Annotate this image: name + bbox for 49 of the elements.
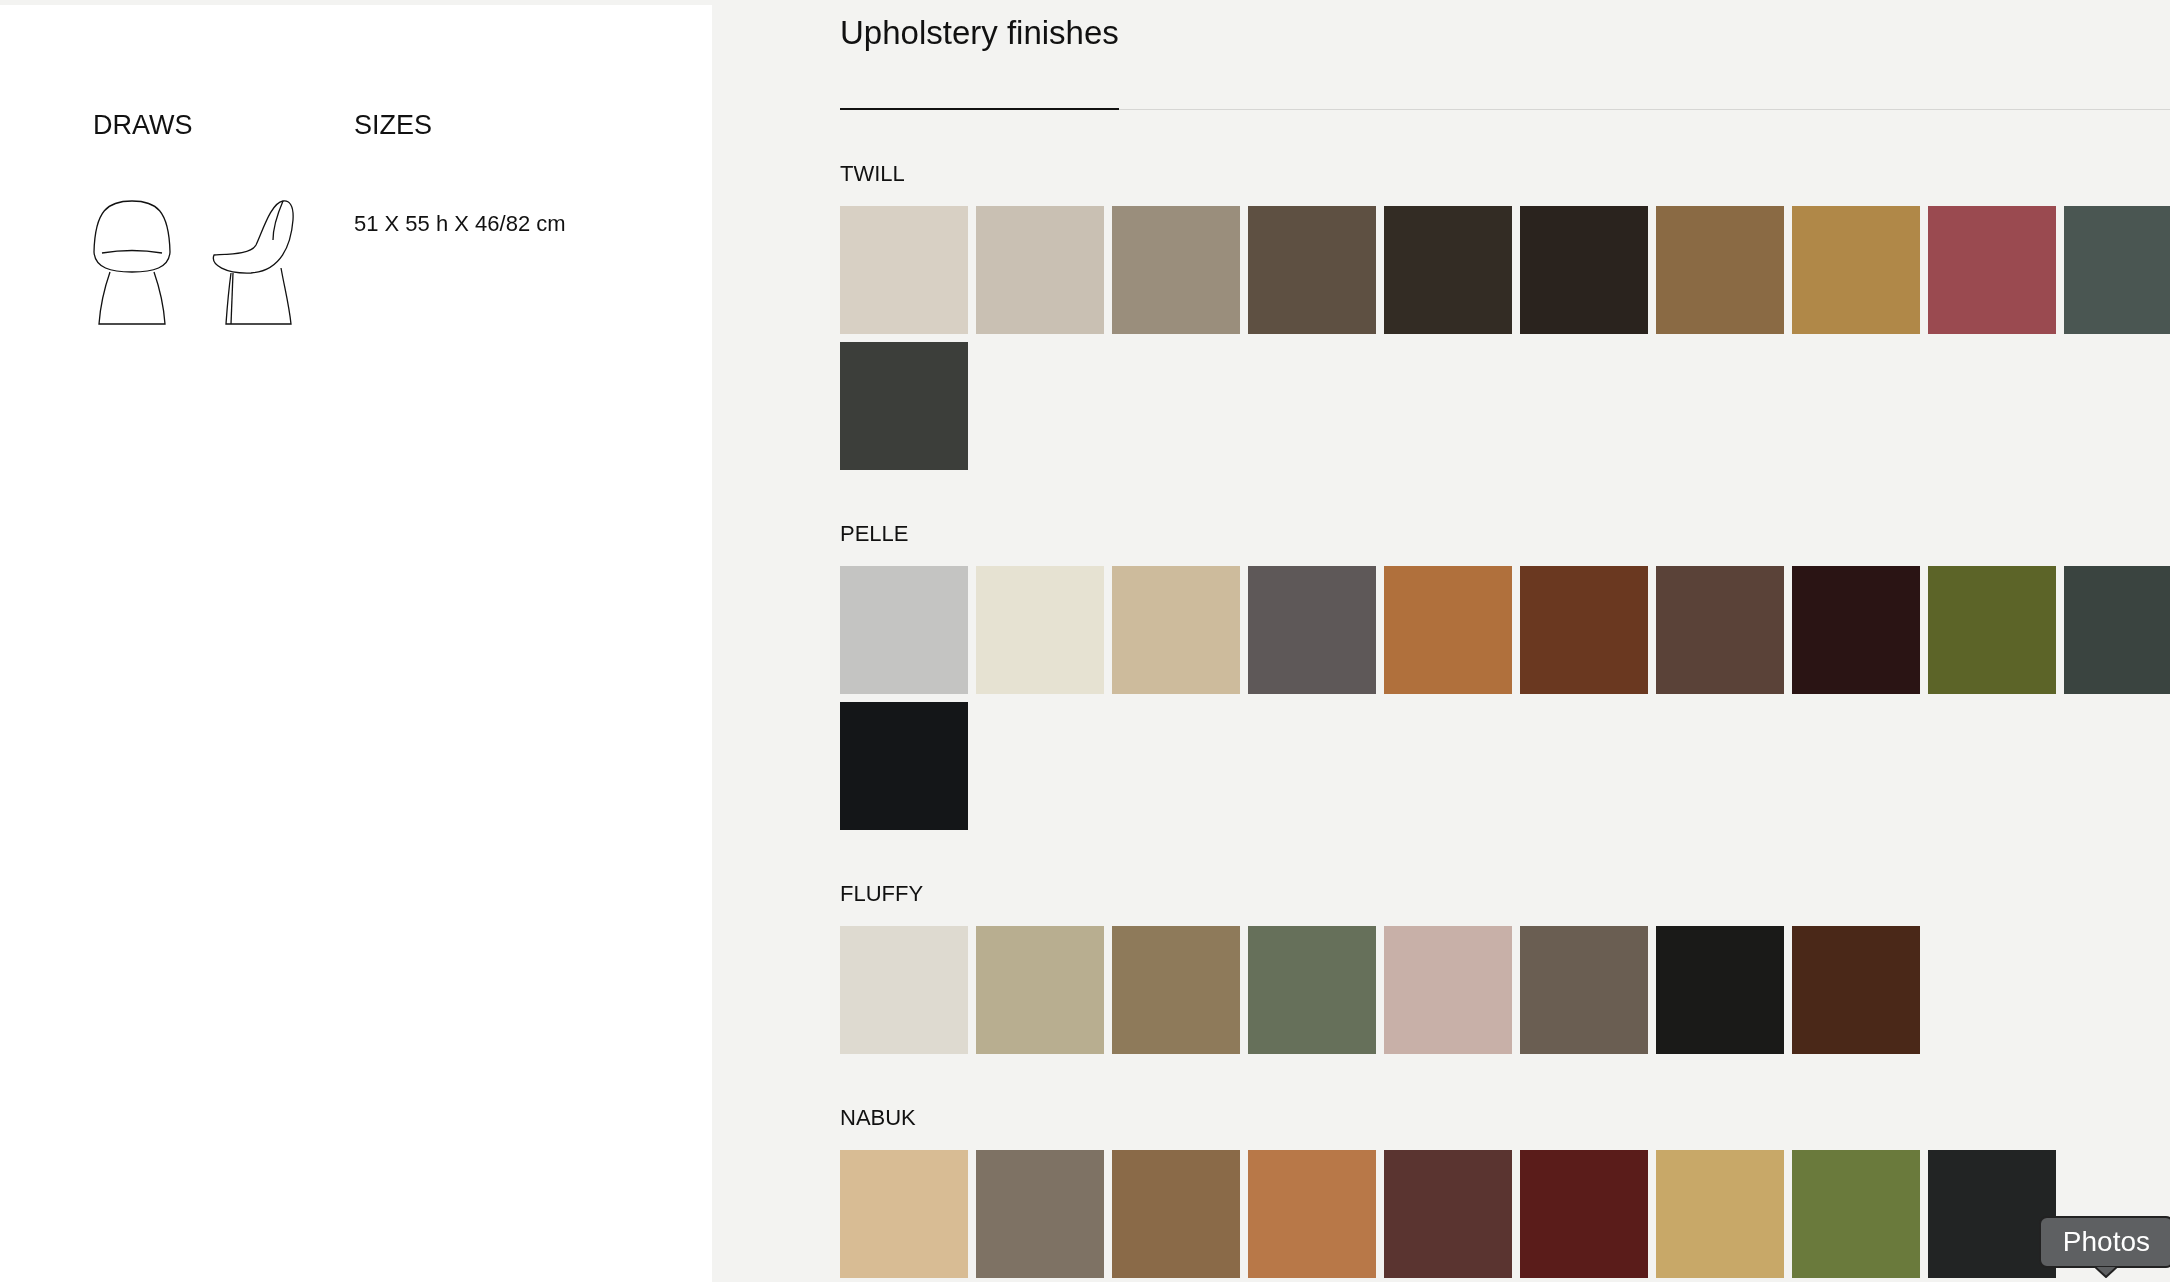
fabric-swatch[interactable] bbox=[1248, 566, 1376, 694]
tooltip-pointer-icon bbox=[2094, 1266, 2119, 1278]
fabric-swatch[interactable] bbox=[1112, 206, 1240, 334]
section-heading: DRAWS bbox=[93, 109, 194, 142]
fabric-swatch[interactable] bbox=[1248, 926, 1376, 1054]
fabric-swatch[interactable] bbox=[1112, 1150, 1240, 1278]
fabric-swatch[interactable] bbox=[1112, 926, 1240, 1054]
fabric-swatch[interactable] bbox=[1248, 1150, 1376, 1278]
fabric-swatch[interactable] bbox=[1792, 566, 1920, 694]
fabric-swatch[interactable] bbox=[840, 206, 968, 334]
finish-category-label: PELLE bbox=[840, 520, 910, 548]
fabric-swatch[interactable] bbox=[1656, 566, 1784, 694]
fabric-swatch[interactable] bbox=[1792, 206, 1920, 334]
fabric-swatch[interactable] bbox=[976, 926, 1104, 1054]
upholstery-tab[interactable]: Upholstery finishes bbox=[840, 10, 1119, 110]
fabric-swatch[interactable] bbox=[840, 1150, 968, 1278]
fabric-swatch[interactable] bbox=[976, 206, 1104, 334]
fabric-swatch[interactable] bbox=[976, 1150, 1104, 1278]
finish-category-label: FLUFFY bbox=[840, 880, 925, 908]
fabric-swatch[interactable] bbox=[1248, 206, 1376, 334]
fabric-swatch[interactable] bbox=[1384, 206, 1512, 334]
fabric-swatch[interactable] bbox=[1792, 926, 1920, 1054]
fabric-swatch[interactable] bbox=[1520, 1150, 1648, 1278]
fabric-swatch[interactable] bbox=[840, 342, 968, 470]
fabric-swatch[interactable] bbox=[1384, 1150, 1512, 1278]
fabric-swatch[interactable] bbox=[1928, 566, 2056, 694]
fabric-swatch[interactable] bbox=[840, 702, 968, 830]
fabric-swatch[interactable] bbox=[1656, 926, 1784, 1054]
fabric-swatch[interactable] bbox=[1520, 206, 1648, 334]
fabric-swatch[interactable] bbox=[1520, 926, 1648, 1054]
fabric-swatch[interactable] bbox=[840, 926, 968, 1054]
finish-category-label: TWILL bbox=[840, 160, 906, 188]
fabric-swatch[interactable] bbox=[1384, 926, 1512, 1054]
fabric-swatch[interactable] bbox=[2064, 566, 2170, 694]
fabric-swatch[interactable] bbox=[1520, 566, 1648, 694]
tooltip: Photos bbox=[2038, 1216, 2170, 1268]
fabric-swatch[interactable] bbox=[840, 566, 968, 694]
fabric-swatch[interactable] bbox=[1656, 1150, 1784, 1278]
fabric-swatch[interactable] bbox=[2064, 206, 2170, 334]
fabric-swatch[interactable] bbox=[1928, 1150, 2056, 1278]
fabric-swatch[interactable] bbox=[1384, 566, 1512, 694]
fabric-swatch[interactable] bbox=[1656, 206, 1784, 334]
fabric-swatch[interactable] bbox=[976, 566, 1104, 694]
section-heading: SIZES bbox=[354, 109, 434, 142]
finish-category-label: NABUK bbox=[840, 1104, 917, 1132]
fabric-swatch[interactable] bbox=[1928, 206, 2056, 334]
fabric-swatch[interactable] bbox=[1792, 1150, 1920, 1278]
dimensions-text: 51 X 55 h X 46/82 cm bbox=[354, 210, 566, 238]
fabric-swatch[interactable] bbox=[1112, 566, 1240, 694]
